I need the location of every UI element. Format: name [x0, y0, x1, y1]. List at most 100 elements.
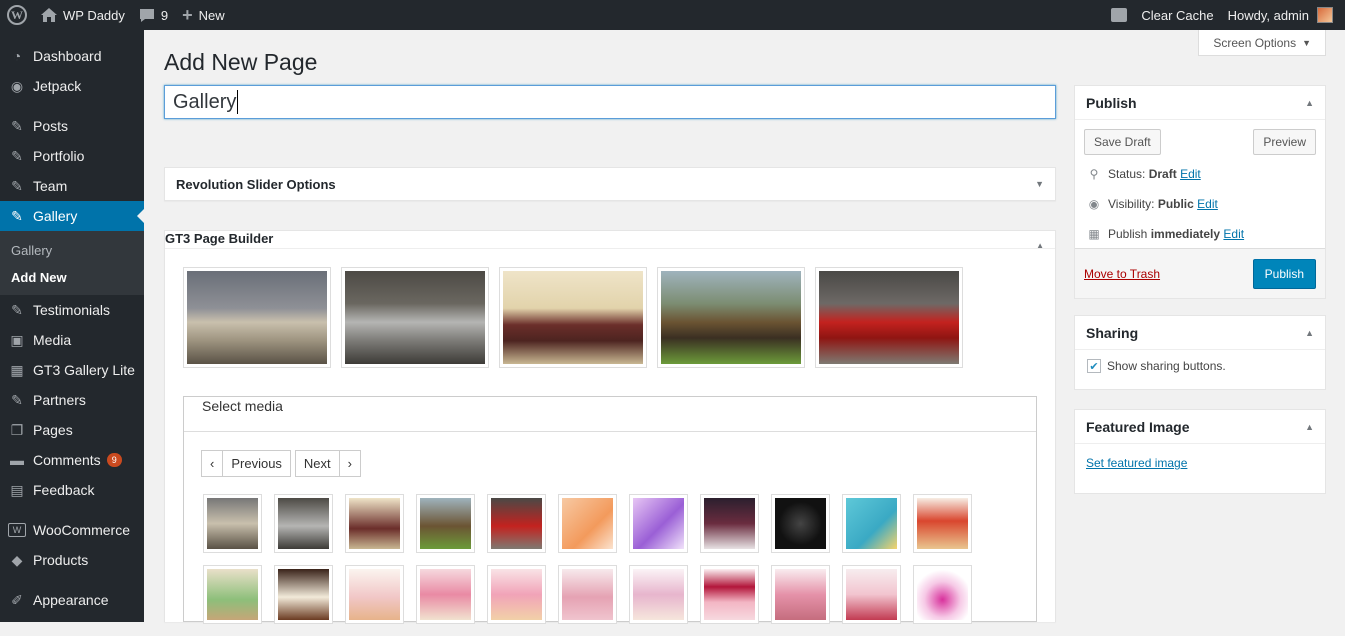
sidebar-item-comments[interactable]: ▬ Comments 9 — [0, 445, 144, 475]
sidebar-item-team[interactable]: ✎ Team — [0, 171, 144, 201]
wp-logo-menu[interactable]: W — [0, 0, 34, 30]
next-button[interactable]: Next — [294, 450, 340, 477]
save-draft-button[interactable]: Save Draft — [1084, 129, 1161, 155]
gallery-image[interactable] — [341, 267, 489, 368]
gallery-image[interactable] — [499, 267, 647, 368]
clear-cache-link[interactable]: Clear Cache — [1134, 0, 1220, 30]
sidebar-item-partners[interactable]: ✎ Partners — [0, 385, 144, 415]
sidebar-item-label: Gallery — [33, 208, 78, 224]
media-item[interactable] — [345, 565, 404, 624]
submenu-item-gallery[interactable]: Gallery — [0, 237, 144, 264]
media-item[interactable] — [700, 565, 759, 624]
toggle-arrow-up-icon[interactable]: ▲ — [1036, 241, 1044, 250]
comments-link[interactable]: 9 — [132, 0, 175, 30]
toggle-arrow-up-icon[interactable]: ▲ — [1305, 98, 1314, 108]
title-input[interactable]: Gallery — [164, 85, 1056, 119]
media-thumb-maroon-roadster — [349, 498, 400, 549]
sidebar-item-gt3-gallery-lite[interactable]: ▦ GT3 Gallery Lite — [0, 355, 144, 385]
media-item[interactable] — [345, 494, 404, 553]
media-item[interactable] — [416, 565, 475, 624]
media-item[interactable] — [700, 494, 759, 553]
media-item[interactable] — [771, 494, 830, 553]
media-thumb-berry-cupcake — [846, 569, 897, 620]
sidebar-item-portfolio[interactable]: ✎ Portfolio — [0, 141, 144, 171]
pin-icon: ✎ — [11, 207, 23, 224]
sharing-header[interactable]: Sharing ▲ — [1075, 316, 1325, 350]
gt3-page-builder-header[interactable]: GT3 Page Builder ▲ — [165, 231, 1055, 250]
sidebar-item-media[interactable]: ▣ Media — [0, 325, 144, 355]
gallery-icon: ▦ — [10, 361, 24, 378]
media-item[interactable] — [487, 494, 546, 553]
sidebar-item-woocommerce[interactable]: W WooCommerce — [0, 515, 144, 545]
gallery-image[interactable] — [183, 267, 331, 368]
publish-actions: Move to Trash Publish — [1075, 248, 1325, 298]
media-item[interactable] — [416, 494, 475, 553]
gallery-image[interactable] — [815, 267, 963, 368]
sidebar-item-testimonials[interactable]: ✎ Testimonials — [0, 295, 144, 325]
submenu-item-add-new[interactable]: Add New — [0, 264, 144, 291]
sidebar-item-pages[interactable]: ❐ Pages — [0, 415, 144, 445]
admin-sidebar: ◔ Dashboard ◉ Jetpack ✎ Posts ✎ Portfolio ✎ T… — [0, 30, 144, 622]
media-item[interactable] — [771, 565, 830, 624]
edit-visibility-link[interactable]: Edit — [1197, 197, 1218, 211]
sidebar-item-feedback[interactable]: ▤ Feedback — [0, 475, 144, 505]
set-featured-image-link[interactable]: Set featured image — [1086, 456, 1187, 470]
status-value: Draft — [1148, 167, 1177, 181]
image-brown-classic-car — [661, 271, 801, 364]
media-item[interactable] — [629, 494, 688, 553]
selected-gallery-images — [183, 267, 973, 368]
admin-bar: W WP Daddy 9 + New Clear Cache Howdy, ad… — [0, 0, 1345, 30]
previous-arrow-button[interactable]: ‹ — [201, 450, 224, 477]
sidebar-item-products[interactable]: ◆ Products — [0, 545, 144, 575]
toggle-arrow-up-icon[interactable]: ▲ — [1305, 422, 1314, 432]
media-item[interactable] — [629, 565, 688, 624]
media-item[interactable] — [203, 494, 262, 553]
site-name-link[interactable]: WP Daddy — [34, 0, 132, 30]
previous-button[interactable]: Previous — [222, 450, 291, 477]
edit-status-link[interactable]: Edit — [1180, 167, 1201, 181]
media-item[interactable] — [558, 494, 617, 553]
sidebar-item-label: Posts — [33, 118, 69, 134]
account-menu[interactable]: Howdy, admin — [1221, 0, 1345, 30]
sidebar-item-label: Media — [33, 332, 72, 348]
show-sharing-checkbox[interactable]: ✔ — [1087, 359, 1101, 373]
media-item[interactable] — [913, 565, 972, 624]
revolution-slider-header[interactable]: Revolution Slider Options ▼ — [165, 168, 1055, 200]
screen-options-button[interactable]: Screen Options ▼ — [1198, 30, 1326, 56]
preview-button[interactable]: Preview — [1253, 129, 1316, 155]
media-item[interactable] — [913, 494, 972, 553]
sidebar-item-label: Feedback — [33, 482, 95, 498]
media-item[interactable] — [558, 565, 617, 624]
sidebar-item-posts[interactable]: ✎ Posts — [0, 111, 144, 141]
new-content-link[interactable]: + New — [175, 0, 232, 30]
media-item[interactable] — [842, 494, 901, 553]
sharing-box-title: Sharing — [1086, 324, 1139, 341]
notifications-link[interactable] — [1104, 0, 1134, 30]
toggle-arrow-up-icon[interactable]: ▲ — [1305, 328, 1314, 338]
next-arrow-button[interactable]: › — [338, 450, 361, 477]
media-item[interactable] — [842, 565, 901, 624]
sidebar-item-dashboard[interactable]: ◔ Dashboard — [0, 41, 144, 71]
image-maroon-roadster — [503, 271, 643, 364]
clear-cache-label: Clear Cache — [1141, 7, 1214, 23]
edit-publish-time-link[interactable]: Edit — [1223, 227, 1244, 241]
publish-header[interactable]: Publish ▲ — [1075, 86, 1325, 120]
main-content: Screen Options ▼ Add New Page Gallery Re… — [144, 30, 1345, 624]
featured-image-header[interactable]: Featured Image ▲ — [1075, 410, 1325, 444]
move-to-trash-link[interactable]: Move to Trash — [1084, 267, 1160, 281]
toggle-arrow-down-icon[interactable]: ▼ — [1035, 179, 1044, 189]
gallery-submenu: Gallery Add New — [0, 231, 144, 295]
sidebar-item-gallery[interactable]: ✎ Gallery — [0, 201, 144, 231]
media-item[interactable] — [274, 494, 333, 553]
dashboard-icon: ◔ — [12, 48, 22, 64]
publish-button[interactable]: Publish — [1252, 258, 1316, 289]
media-thumb-teal-promo — [846, 498, 897, 549]
sidebar-item-label: Dashboard — [33, 48, 102, 64]
media-item[interactable] — [487, 565, 546, 624]
media-item[interactable] — [274, 565, 333, 624]
sidebar-item-jetpack[interactable]: ◉ Jetpack — [0, 71, 144, 101]
sidebar-item-appearance[interactable]: ✐ Appearance — [0, 585, 144, 615]
media-item[interactable] — [203, 565, 262, 624]
woocommerce-icon: W — [8, 523, 26, 537]
gallery-image[interactable] — [657, 267, 805, 368]
